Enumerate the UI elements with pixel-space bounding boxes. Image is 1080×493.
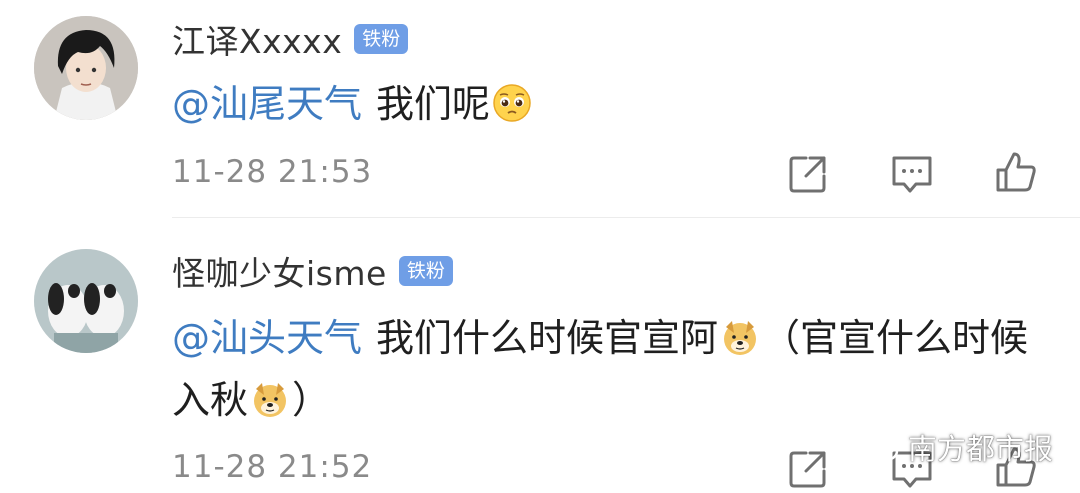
fan-badge: 铁粉 bbox=[354, 24, 409, 54]
comment-header: 江译Xxxxx 铁粉 bbox=[172, 15, 409, 63]
share-icon[interactable] bbox=[786, 447, 830, 491]
timestamp: 11-28 21:53 bbox=[172, 154, 373, 190]
divider bbox=[172, 217, 1080, 218]
comment-body-part3: ） bbox=[292, 378, 331, 422]
doge-icon bbox=[720, 317, 760, 357]
watermark: 南方都市报 bbox=[860, 426, 1053, 468]
comment-body: 我们呢 bbox=[376, 82, 491, 126]
comment-body-part1: 我们什么时候官宣阿 bbox=[376, 316, 719, 360]
doge-icon bbox=[250, 379, 290, 419]
avatar-image bbox=[34, 249, 138, 353]
username[interactable]: 怪咖少女isme bbox=[172, 247, 387, 295]
comment-header: 怪咖少女isme 铁粉 bbox=[172, 249, 453, 293]
share-icon[interactable] bbox=[786, 152, 830, 196]
username[interactable]: 江译Xxxxx bbox=[172, 15, 342, 63]
watermark-text: 南方都市报 bbox=[908, 432, 1054, 466]
mention-link[interactable]: @汕头天气 bbox=[172, 316, 362, 360]
fan-badge: 铁粉 bbox=[398, 256, 453, 286]
comment-icon[interactable] bbox=[890, 152, 934, 196]
avatar-image bbox=[34, 16, 138, 120]
comment-item: 江译Xxxxx 铁粉 @汕尾天气 我们呢 11-28 21:53 bbox=[0, 0, 1080, 218]
timestamp: 11-28 21:52 bbox=[172, 449, 373, 485]
like-icon[interactable] bbox=[994, 150, 1038, 194]
pleading-face-icon bbox=[492, 83, 532, 123]
wechat-icon bbox=[860, 431, 899, 462]
comment-text: @汕头天气 我们什么时候官宣阿 （官宣什么时候入秋 ） bbox=[172, 307, 1052, 431]
comment-text: @汕尾天气 我们呢 bbox=[172, 76, 1052, 132]
avatar[interactable] bbox=[34, 249, 138, 353]
avatar[interactable] bbox=[34, 16, 138, 120]
mention-link[interactable]: @汕尾天气 bbox=[172, 82, 362, 126]
